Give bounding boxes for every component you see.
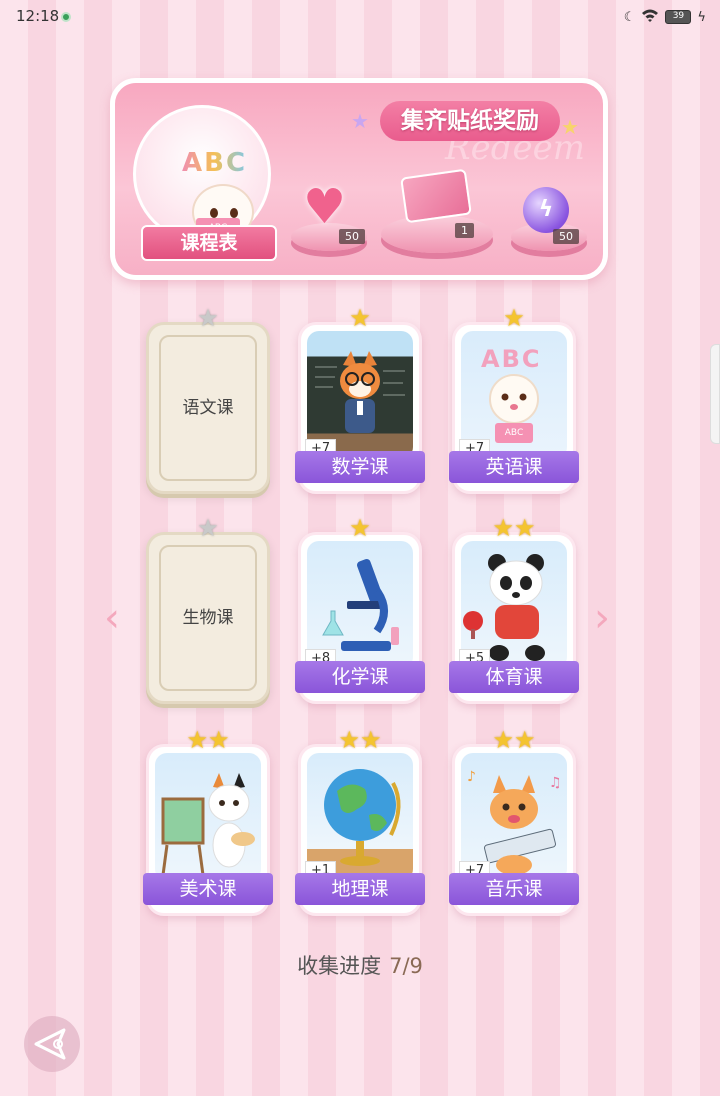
schedule-button[interactable]: 课程表 [141,225,277,261]
prev-page-arrow-icon[interactable]: ‹ [104,598,120,638]
course-card-geography[interactable]: ★★ +1 地理课 [295,727,425,916]
status-icons: ☾ 39 ϟ [624,8,706,26]
course-name: 语文课 [182,398,234,418]
purple-orb-icon[interactable]: ϟ [523,187,569,233]
course-name: 化学课 [295,661,425,693]
course-name: 数学课 [295,451,425,483]
charging-icon: ϟ [697,9,706,25]
avatar: ABC ABC [133,105,271,243]
reward-count: 50 [553,229,579,244]
course-name: 地理课 [295,873,425,905]
star-deco-icon: ★ [561,115,579,139]
course-card-art[interactable]: ★★ 美术课 [143,727,273,916]
abc-letters: ABC [182,148,248,178]
course-name: 体育课 [449,661,579,693]
course-name: 音乐课 [449,873,579,905]
gift-box-icon[interactable] [400,168,472,224]
reward-pedestal [381,215,493,253]
course-name: 英语课 [449,451,579,483]
course-card-music[interactable]: ★★ ♪ ♫ +7 音乐课 [449,727,579,916]
svg-text:♫: ♫ [549,775,562,791]
star-rating: ★★ [186,726,230,754]
star-rating: ★★ [338,726,382,754]
star-rating: ★ [197,304,219,332]
edge-drag-handle[interactable] [710,344,720,444]
svg-text:♪: ♪ [467,769,476,785]
course-card-biology[interactable]: ★ 生物课 [146,515,270,704]
course-name: 美术课 [143,873,273,905]
star-rating: ★★ [492,726,536,754]
status-bar: 12:18 ☾ 39 ϟ [0,0,720,34]
star-rating: ★ [197,514,219,542]
wifi-icon [641,8,659,26]
course-card-chinese[interactable]: ★ 语文课 [146,305,270,494]
course-card-pe[interactable]: ★★ +5 体育课 [449,515,579,704]
next-page-arrow-icon[interactable]: › [594,598,610,638]
star-rating: ★ [349,514,371,542]
progress-value: 7/9 [389,954,423,978]
banner-title: 集齐贴纸奖励 [380,101,560,141]
star-rating: ★ [503,304,525,332]
heart-gem-icon[interactable]: ♥ [303,183,346,231]
book-icon: ABC [495,423,533,443]
recording-indicator-icon [61,12,71,22]
star-rating: ★★ [492,514,536,542]
status-time: 12:18 [16,7,60,25]
star-deco-icon: ★ [351,109,369,133]
moon-icon: ☾ [623,9,636,25]
cat-painter-icon [155,753,261,881]
progress-label: 收集进度 [297,954,382,978]
star-rating: ★ [349,304,371,332]
back-button[interactable] [24,1016,80,1072]
collection-progress: 收集进度 7/9 [0,950,720,980]
reward-banner[interactable]: Redeem 集齐贴纸奖励 ★ ★ ABC ABC 课程表 ♥ 50 1 ϟ 5… [110,78,608,280]
course-card-math[interactable]: ★ +7 数学课 [295,305,425,494]
battery-icon: 39 [665,10,692,24]
reward-count: 1 [455,223,474,238]
reward-count: 50 [339,229,365,244]
course-card-english[interactable]: ★ ABC ABC +7 英语课 [449,305,579,494]
course-name: 生物课 [182,608,234,628]
back-arrow-icon [34,1028,66,1060]
course-card-chemistry[interactable]: ★ +8 化学课 [295,515,425,704]
